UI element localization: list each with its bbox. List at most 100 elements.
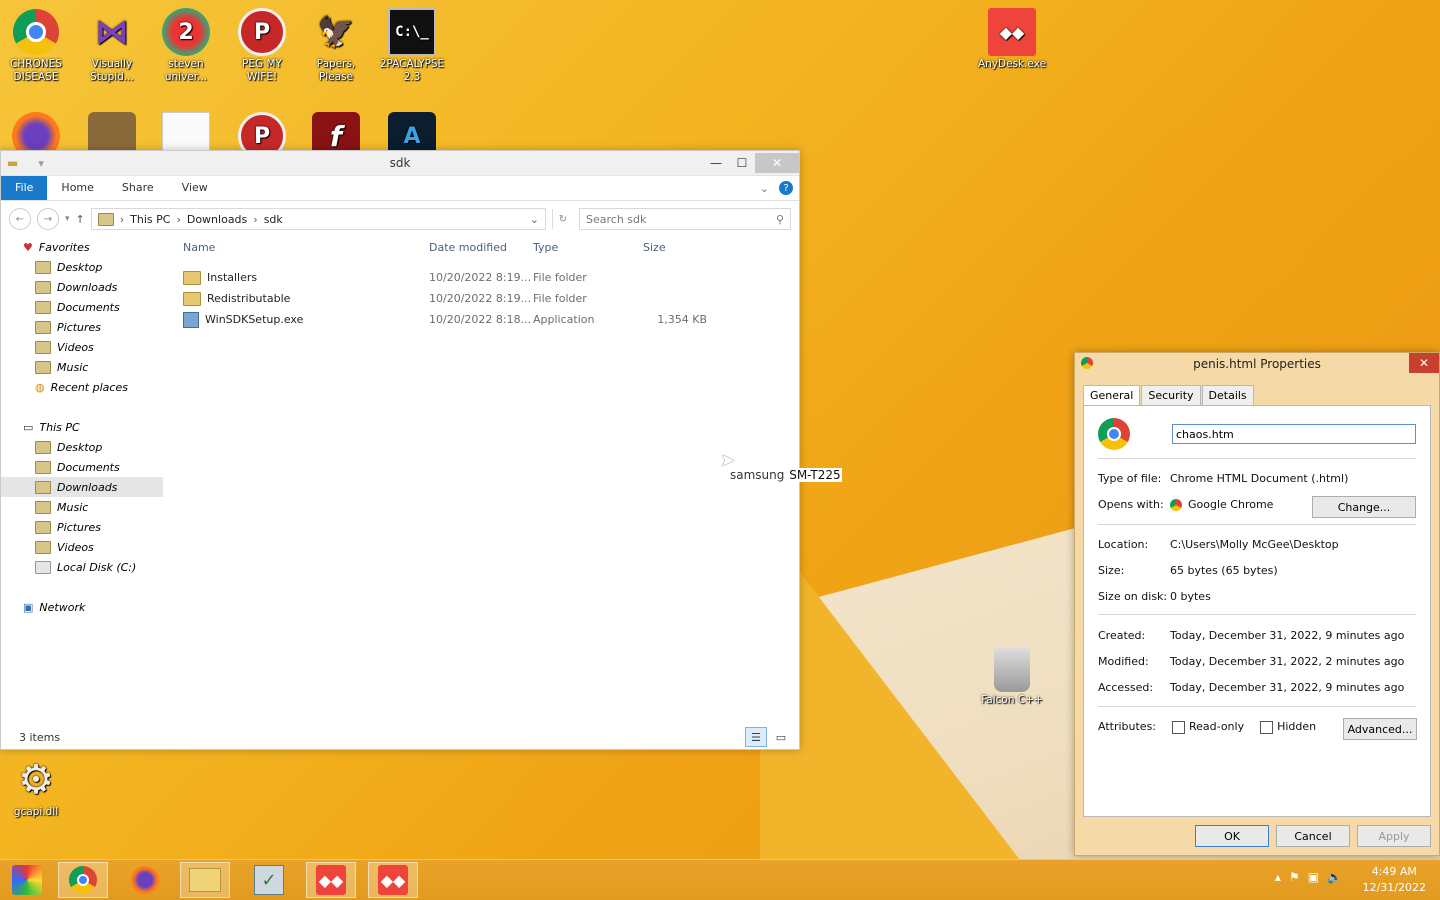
desktop-icon-2pacalypse[interactable]: C:\_ 2PACALYPSE 2.3: [376, 8, 448, 84]
folder-icon: [97, 212, 114, 226]
nav-pc-music[interactable]: Music: [1, 497, 163, 517]
tab-share[interactable]: Share: [108, 176, 168, 200]
gear-icon: ⚙: [18, 756, 54, 803]
ok-button[interactable]: OK: [1195, 825, 1269, 847]
nav-pc-downloads[interactable]: Downloads: [1, 477, 163, 497]
back-button[interactable]: ←: [9, 208, 31, 230]
nav-fav-videos[interactable]: Videos: [1, 337, 163, 357]
desktop-icon-papers-please[interactable]: 🦅 Papers, Please: [300, 8, 372, 84]
nav-fav-recent[interactable]: ◍ Recent places: [1, 377, 163, 397]
flag-icon[interactable]: ⚑: [1289, 870, 1300, 884]
properties-dialog: penis.html Properties ✕ General Security…: [1074, 352, 1440, 856]
papers-please-icon: 🦅: [317, 14, 355, 50]
chevron-down-icon[interactable]: ⌄: [530, 213, 539, 226]
taskbar-chrome[interactable]: [58, 862, 108, 898]
nav-fav-pictures[interactable]: Pictures: [1, 317, 163, 337]
table-row[interactable]: WinSDKSetup.exe 10/20/2022 8:18... Appli…: [171, 309, 799, 330]
breadcrumb-sdk[interactable]: sdk: [264, 213, 283, 226]
taskbar-firefox[interactable]: [120, 862, 170, 898]
heart-icon: ♥: [23, 240, 33, 254]
anydesk-icon: ◆◆: [316, 865, 346, 895]
tab-details[interactable]: Details: [1201, 385, 1254, 405]
tab-security[interactable]: Security: [1141, 385, 1201, 405]
anydesk-icon: ◆◆: [988, 8, 1036, 56]
tab-view[interactable]: View: [168, 176, 222, 200]
col-name[interactable]: Name: [171, 241, 429, 254]
pictures-icon: [35, 520, 51, 534]
folder-icon: [183, 291, 201, 306]
system-tray: ▴ ⚑ ▣ 🔈: [1275, 870, 1342, 884]
network-icon[interactable]: ▣: [1308, 870, 1319, 884]
help-icon[interactable]: ?: [779, 181, 793, 195]
search-box[interactable]: Search sdk ⚲: [579, 208, 791, 230]
nav-pc-local-disk[interactable]: Local Disk (C:): [1, 557, 163, 577]
cancel-button[interactable]: Cancel: [1276, 825, 1350, 847]
show-hidden-icons-icon[interactable]: ▴: [1275, 870, 1281, 884]
desktop-icon-anydesk[interactable]: ◆◆ AnyDesk.exe: [976, 8, 1048, 71]
tab-file[interactable]: File: [1, 176, 48, 200]
explorer-titlebar[interactable]: ▬ ▾ sdk — ☐ ✕: [1, 151, 799, 176]
table-row[interactable]: Installers 10/20/2022 8:19... File folde…: [171, 267, 799, 288]
nav-pc-videos[interactable]: Videos: [1, 537, 163, 557]
taskbar-anydesk-2[interactable]: ◆◆: [368, 862, 418, 898]
change-button[interactable]: Change...: [1312, 496, 1416, 518]
volume-icon[interactable]: 🔈: [1327, 870, 1342, 884]
minimize-button[interactable]: —: [703, 153, 729, 173]
tab-home[interactable]: Home: [47, 176, 107, 200]
taskbar-file-explorer[interactable]: [180, 862, 230, 898]
nav-pc-pictures[interactable]: Pictures: [1, 517, 163, 537]
advanced-button[interactable]: Advanced...: [1343, 718, 1417, 740]
nav-favorites[interactable]: ♥ Favorites: [1, 237, 163, 257]
breadcrumb-this-pc[interactable]: This PC: [130, 213, 170, 226]
nav-this-pc[interactable]: ▭ This PC: [1, 417, 163, 437]
maximize-button[interactable]: ☐: [729, 153, 755, 173]
nav-network[interactable]: ▣ Network: [1, 597, 163, 617]
nav-pc-desktop[interactable]: Desktop: [1, 437, 163, 457]
col-type[interactable]: Type: [533, 241, 637, 254]
up-arrow-icon[interactable]: ↑: [76, 213, 85, 226]
taskbar-app-photos[interactable]: [2, 862, 52, 898]
close-button[interactable]: ✕: [755, 153, 799, 173]
nav-fav-downloads[interactable]: Downloads: [1, 277, 163, 297]
nav-pc-documents[interactable]: Documents: [1, 457, 163, 477]
taskbar-anydesk-1[interactable]: ◆◆: [306, 862, 356, 898]
search-input[interactable]: Search sdk: [586, 213, 646, 226]
desktop-icon-visual-studio[interactable]: ⋈ Visually Stupid...: [76, 8, 148, 84]
desktop-icon-gcapi[interactable]: ⚙ gcapi.dll: [0, 756, 72, 819]
forward-button[interactable]: →: [37, 208, 59, 230]
hidden-checkbox[interactable]: Hidden: [1260, 720, 1316, 734]
desktop-icon-chrones[interactable]: CHRONES DISEASE: [0, 8, 72, 84]
filename-input[interactable]: chaos.htm: [1172, 424, 1416, 444]
apply-button[interactable]: Apply: [1357, 825, 1431, 847]
desktop-icon-pegasus[interactable]: P PEG MY WIFE!: [226, 8, 298, 84]
dialog-titlebar[interactable]: penis.html Properties ✕: [1075, 353, 1439, 375]
recent-locations-icon[interactable]: ▾: [65, 214, 70, 224]
nav-fav-music[interactable]: Music: [1, 357, 163, 377]
network-icon: ▣: [23, 600, 34, 614]
nav-fav-desktop[interactable]: Desktop: [1, 257, 163, 277]
desktop-icon-steven-universe[interactable]: 2 steven univer...: [150, 8, 222, 84]
readonly-checkbox[interactable]: Read-only: [1172, 720, 1244, 734]
large-icons-view-button[interactable]: ▭: [771, 728, 791, 746]
chevron-down-icon[interactable]: ⌄: [760, 182, 769, 195]
nav-fav-documents[interactable]: Documents: [1, 297, 163, 317]
videos-icon: [35, 540, 51, 554]
close-button[interactable]: ✕: [1409, 353, 1439, 373]
downloads-icon: [35, 480, 51, 494]
desktop-icon-falcon[interactable]: Falcon C++: [976, 648, 1048, 707]
tab-general[interactable]: General: [1083, 385, 1141, 405]
breadcrumb-downloads[interactable]: Downloads: [187, 213, 247, 226]
pegasus-icon: P: [238, 8, 286, 56]
computer-icon: ▭: [23, 420, 34, 434]
table-row[interactable]: Redistributable 10/20/2022 8:19... File …: [171, 288, 799, 309]
details-view-button[interactable]: ☰: [745, 727, 767, 747]
visual-studio-icon: ⋈: [95, 11, 129, 52]
device-tooltip: samsung SM-T225: [730, 468, 842, 482]
col-date[interactable]: Date modified: [429, 241, 533, 254]
firefox-icon: [131, 866, 159, 894]
clock[interactable]: 4:49 AM 12/31/2022: [1363, 864, 1426, 896]
col-size[interactable]: Size: [637, 241, 703, 254]
address-bar[interactable]: › This PC › Downloads › sdk ⌄: [90, 208, 546, 230]
refresh-button[interactable]: ↻: [552, 209, 573, 229]
taskbar-app[interactable]: ✓: [244, 862, 294, 898]
